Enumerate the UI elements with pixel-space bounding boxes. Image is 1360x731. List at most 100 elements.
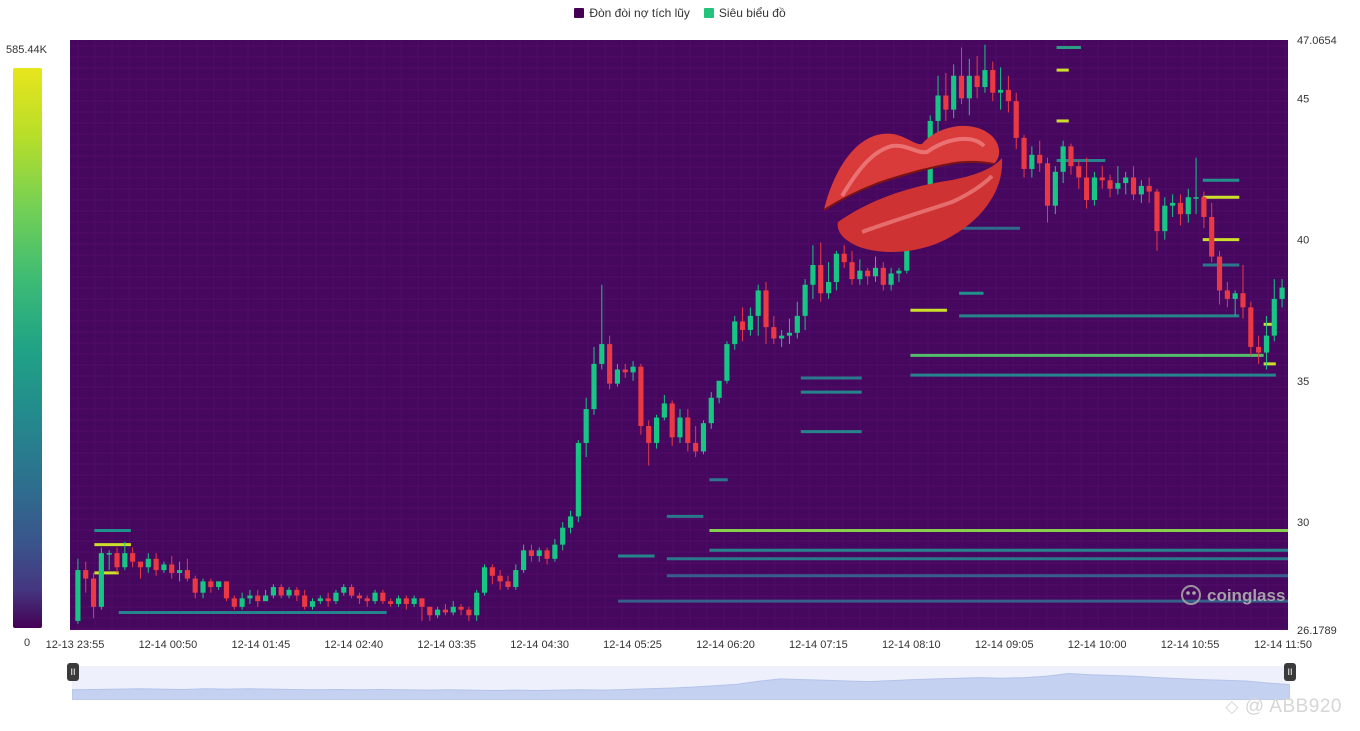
x-tick-label: 12-13 23:55 xyxy=(46,639,105,651)
candle-body xyxy=(1076,166,1082,178)
candle-body xyxy=(646,426,652,443)
candle-body xyxy=(356,595,362,599)
candle-body xyxy=(1177,202,1184,215)
candle-body xyxy=(763,290,769,328)
brush-end-handle[interactable]: II xyxy=(1284,663,1296,681)
candle-body xyxy=(1037,154,1043,164)
candle-body xyxy=(716,380,722,398)
candle-body xyxy=(951,75,957,110)
y-tick-label: 47.0654 xyxy=(1297,35,1337,47)
candle-body xyxy=(1279,287,1285,299)
candle-body xyxy=(247,595,253,599)
candle-body xyxy=(419,598,425,607)
x-tick-label: 12-14 11:50 xyxy=(1254,639,1312,651)
candle-body xyxy=(528,550,535,556)
candle-body xyxy=(630,366,636,373)
y-axis: 47.0654 45 40 35 30 26.1789 xyxy=(1297,35,1337,637)
y-tick-label: 26.1789 xyxy=(1297,625,1337,637)
candle-body xyxy=(935,95,941,121)
x-tick-label: 12-14 01:45 xyxy=(231,639,290,651)
candle-body xyxy=(982,70,988,88)
candle-body xyxy=(857,270,863,280)
candle-body xyxy=(505,581,511,588)
candle-body xyxy=(216,581,222,588)
candle-body xyxy=(794,315,800,333)
candle-body xyxy=(176,570,183,573)
candle-body xyxy=(1013,101,1019,138)
candle-body xyxy=(622,369,628,373)
candle-body xyxy=(552,544,558,559)
candle-body xyxy=(1248,307,1254,347)
candle-body xyxy=(458,606,464,610)
candle-body xyxy=(1115,183,1121,189)
candle-body xyxy=(708,397,714,424)
candle-body xyxy=(380,592,386,602)
candle-body xyxy=(1185,197,1191,215)
candle-body xyxy=(583,409,589,443)
candle-body xyxy=(653,417,660,443)
candle-body xyxy=(880,267,886,285)
candle-body xyxy=(1021,137,1027,169)
candle-body xyxy=(395,598,402,604)
x-tick-label: 12-14 02:40 xyxy=(324,639,383,651)
candle-body xyxy=(161,564,167,571)
candle-body xyxy=(1263,335,1270,353)
candle-body xyxy=(388,601,394,604)
liquidation-heatmap-chart: 47.0654 45 40 35 30 26.1789 12-13 23:55 12-14 … xyxy=(46,35,1337,651)
candle-body xyxy=(309,601,316,607)
candle-body xyxy=(169,564,175,573)
candle-body xyxy=(435,609,441,616)
candle-body xyxy=(286,589,292,596)
candle-body xyxy=(1091,177,1098,201)
candle-body xyxy=(1068,146,1074,167)
candle-body xyxy=(841,253,847,263)
candle-body xyxy=(779,335,785,339)
candle-body xyxy=(184,570,190,579)
candle-body xyxy=(724,344,730,381)
candle-body xyxy=(747,315,753,330)
candle-body xyxy=(943,95,949,110)
candle-body xyxy=(560,527,566,545)
candle-body xyxy=(1154,191,1160,232)
x-tick-label: 12-14 06:20 xyxy=(696,639,755,651)
candle-body xyxy=(1052,171,1058,206)
candle-body xyxy=(872,267,879,277)
candle-body xyxy=(677,417,683,438)
candle-body xyxy=(1146,185,1152,192)
candle-body xyxy=(567,516,574,528)
y-tick-label: 35 xyxy=(1297,376,1309,388)
candle-body xyxy=(833,253,839,282)
candle-body xyxy=(403,598,409,604)
candle-body xyxy=(638,366,644,427)
candle-body xyxy=(481,567,488,593)
candle-body xyxy=(106,553,112,555)
candle-body xyxy=(1099,177,1105,181)
candle-body xyxy=(958,75,965,99)
brush-start-handle[interactable]: II xyxy=(67,663,79,681)
candle-body xyxy=(1138,185,1144,195)
candle-body xyxy=(122,553,128,568)
candle-body xyxy=(865,270,871,277)
candle-body xyxy=(450,606,456,613)
candle-body xyxy=(411,598,417,604)
x-tick-label: 12-14 10:00 xyxy=(1068,639,1127,651)
candle-body xyxy=(75,570,81,621)
candle-body xyxy=(130,553,136,562)
watermark-text: @ ABB920 xyxy=(1244,696,1342,717)
candle-body xyxy=(896,270,902,274)
candle-body xyxy=(302,595,308,607)
candle-body xyxy=(317,598,323,602)
candle-body xyxy=(90,578,97,607)
candle-body xyxy=(145,558,151,568)
candle-body xyxy=(466,609,472,616)
candle-body xyxy=(137,561,144,568)
candle-body xyxy=(614,369,621,384)
candle-body xyxy=(1005,89,1011,102)
x-tick-label: 12-14 04:30 xyxy=(510,639,569,651)
coinglass-logo-text: coinglass xyxy=(1207,586,1285,605)
candle-body xyxy=(333,592,339,602)
candle-body xyxy=(1107,180,1113,189)
time-range-brush[interactable] xyxy=(72,666,1290,700)
candle-body xyxy=(294,589,300,596)
candle-body xyxy=(536,550,542,556)
